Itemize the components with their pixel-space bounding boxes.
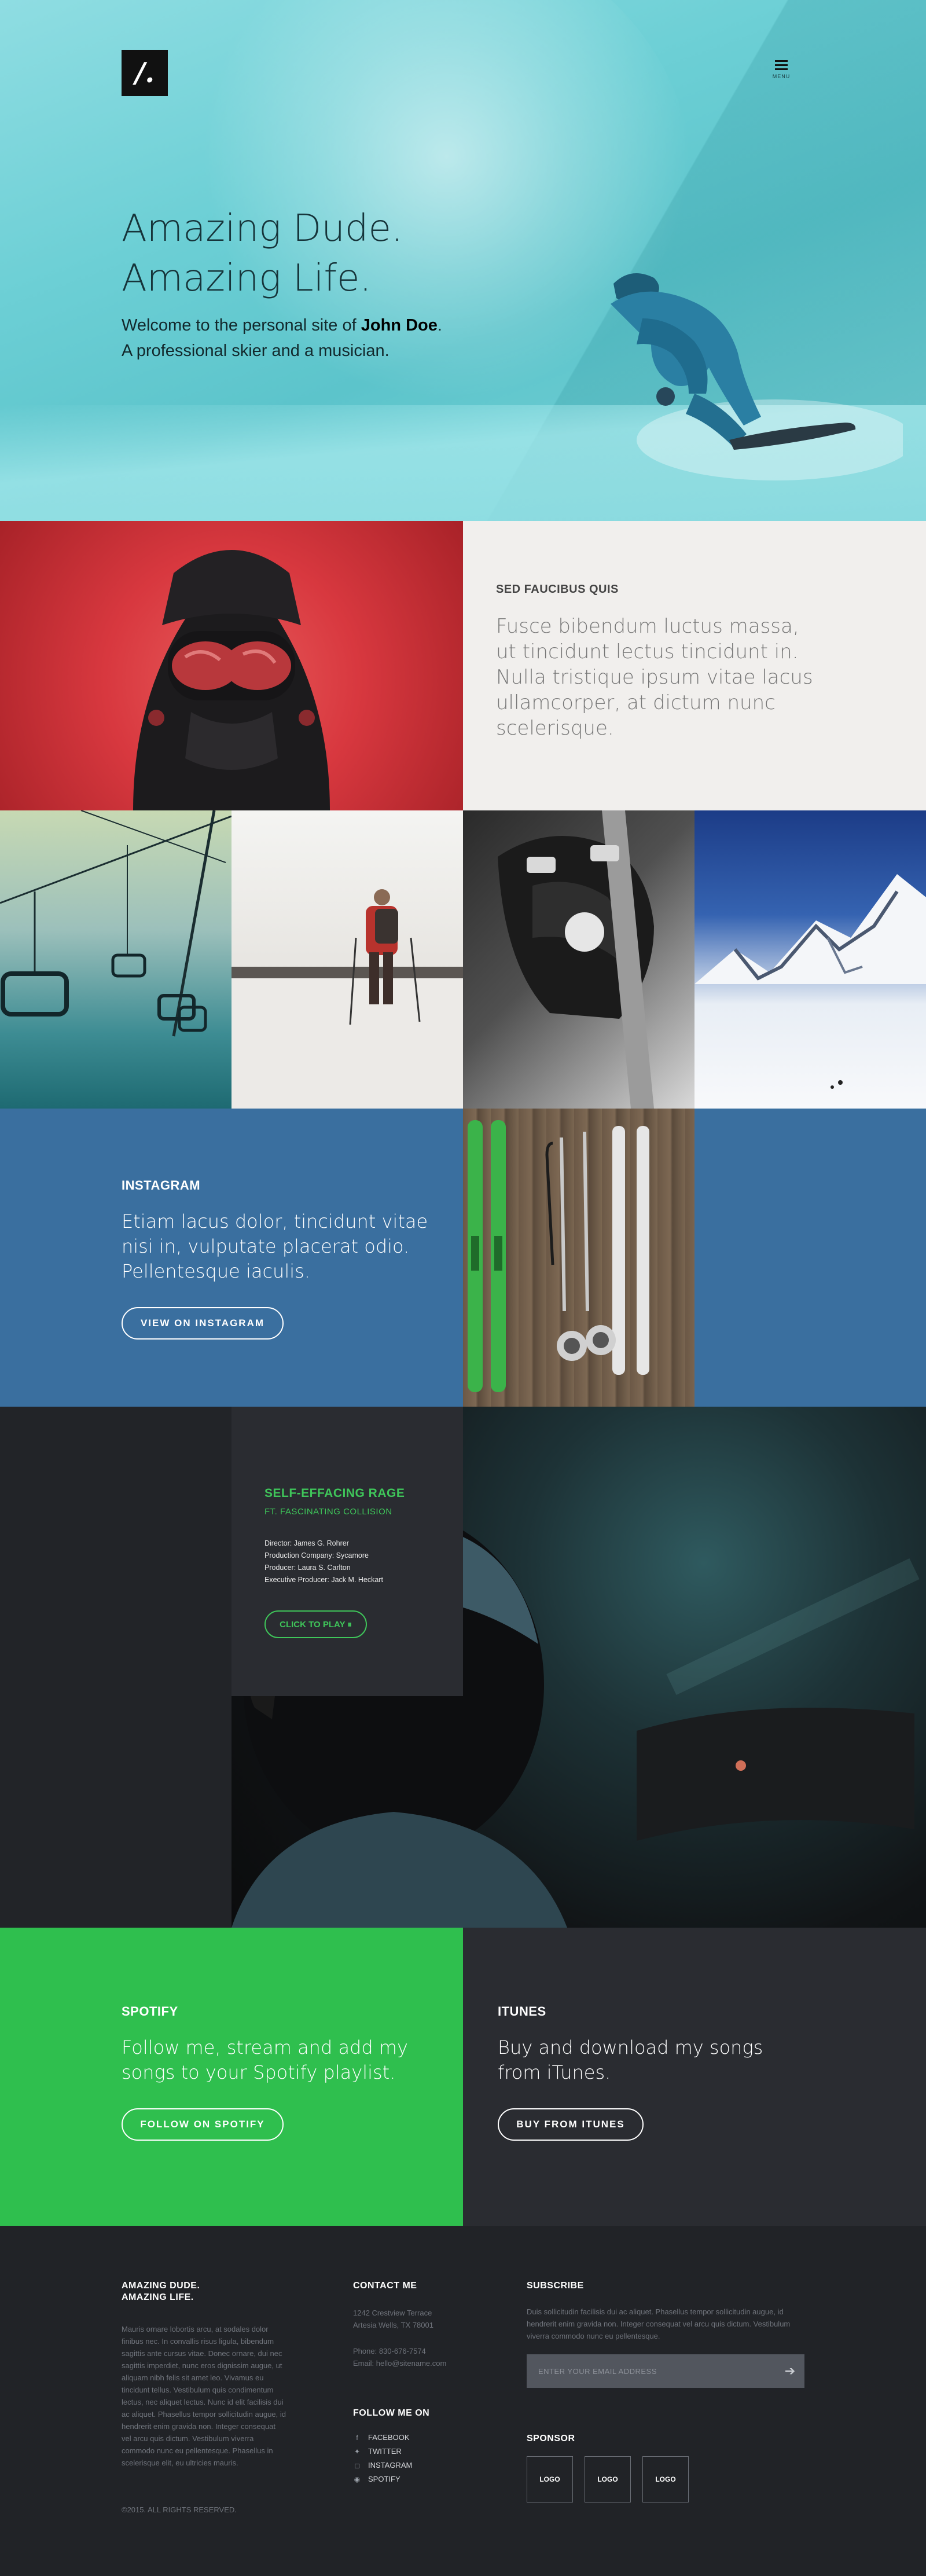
menu-label: MENU [772,74,791,79]
itunes-kicker: ITUNES [498,2004,546,2019]
twitter-icon: ✦ [354,2447,361,2456]
spotify-icon: ◉ [354,2475,361,2483]
follow-on-spotify-button[interactable]: FOLLOW ON SPOTIFY [122,2108,284,2141]
click-to-play-button[interactable]: CLICK TO PLAY ⏸ [264,1610,367,1638]
footer-email[interactable]: Email: hello@sitename.com [353,2357,446,2369]
hero-title: Amazing Dude. Amazing Life. [122,207,403,300]
video-subtitle: FT. FASCINATING COLLISION [264,1507,392,1517]
social-link-spotify[interactable]: ◉ SPOTIFY [353,2472,412,2486]
feature-text-panel: SED FAUCIBUS QUIS Fusce bibendum luctus … [463,521,926,810]
social-link-instagram[interactable]: ◻ INSTAGRAM [353,2458,412,2472]
instagram-section: INSTAGRAM Etiam lacus dolor, tincidunt v… [0,1109,463,1407]
spotify-section: SPOTIFY Follow me, stream and add my son… [0,1928,463,2226]
video-info-card: SELF-EFFACING RAGE FT. FASCINATING COLLI… [232,1407,463,1696]
facebook-icon: f [356,2434,358,2442]
sponsor-logo[interactable]: LOGO [585,2456,631,2502]
hero-subtitle: Welcome to the personal site of John Doe… [122,316,442,360]
buy-from-itunes-button[interactable]: BUY FROM ITUNES [498,2108,644,2141]
feature-kicker: SED FAUCIBUS QUIS [496,583,619,596]
hero-section: /. MENU Amazing Dude. Amazing Life. Welc… [0,0,926,521]
footer-contact-title: CONTACT ME [353,2281,417,2291]
footer-address: 1242 Crestview Terrace Artesia Wells, TX… [353,2309,433,2329]
instagram-icon: ◻ [354,2461,360,2469]
video-section: SELF-EFFACING RAGE FT. FASCINATING COLLI… [0,1407,926,1928]
gallery-chairlift-photo[interactable] [0,810,232,1109]
site-footer: AMAZING DUDE. AMAZING LIFE. Mauris ornar… [0,2226,926,2576]
footer-contact-info: Phone: 830-676-7574 Email: hello@sitenam… [353,2345,446,2369]
footer-about-title: AMAZING DUDE. AMAZING LIFE. [122,2281,200,2302]
view-on-instagram-button[interactable]: VIEW ON INSTAGRAM [122,1307,284,1340]
hero-name: John Doe [361,316,438,335]
feature-body: Fusce bibendum luctus massa, ut tincidun… [496,615,813,740]
email-subscribe-input[interactable]: ENTER YOUR EMAIL ADDRESS [527,2354,804,2388]
social-links: f FACEBOOK ✦ TWITTER ◻ INSTAGRAM ◉ SPOTIFY [353,2431,413,2486]
instagram-body: Etiam lacus dolor, tincidunt vitae nisi … [122,1210,428,1282]
feature-photo-goggles [0,521,463,810]
gallery-boot-photo[interactable] [463,810,694,1109]
skis-flatlay-photo [463,1109,694,1407]
footer-subscribe-text: Duis sollicitudin facilisis dui ac aliqu… [527,2307,791,2340]
instagram-kicker: INSTAGRAM [122,1178,201,1192]
itunes-body: Buy and download my songs from iTunes. [498,2036,763,2083]
skier-image [611,273,903,480]
footer-phone: Phone: 830-676-7574 [353,2347,426,2355]
subscribe-submit-button[interactable]: ➔ [776,2354,804,2388]
footer-sponsor-title: SPONSOR [527,2434,575,2443]
sponsor-logo[interactable]: LOGO [642,2456,689,2502]
social-link-facebook[interactable]: f FACEBOOK [353,2431,412,2445]
footer-follow-title: FOLLOW ME ON [353,2408,430,2418]
footer-copyright: ©2015. ALL RIGHTS RESERVED. [122,2505,237,2514]
video-credits: Director: James G. Rohrer Production Com… [264,1539,383,1584]
footer-subscribe-title: SUBSCRIBE [527,2281,584,2291]
arrow-right-icon: ➔ [784,2364,796,2378]
hamburger-icon [775,60,788,62]
gallery-mountains-photo[interactable] [694,810,926,1109]
gallery-hiker-photo[interactable] [232,810,463,1109]
social-link-twitter[interactable]: ✦ TWITTER [353,2445,412,2458]
spotify-kicker: SPOTIFY [122,2004,178,2019]
sponsor-logo[interactable]: LOGO [527,2456,573,2502]
footer-about-text: Mauris ornare lobortis arcu, at sodales … [122,2325,286,2467]
site-logo[interactable]: /. [122,50,168,96]
video-title: SELF-EFFACING RAGE [264,1487,405,1500]
menu-button[interactable]: MENU [770,60,793,88]
instagram-filler [694,1109,926,1407]
spotify-body: Follow me, stream and add my songs to yo… [122,2036,408,2083]
sponsor-logos: LOGO LOGO LOGO [527,2456,689,2502]
itunes-section: ITUNES Buy and download my songs from iT… [463,1928,926,2226]
